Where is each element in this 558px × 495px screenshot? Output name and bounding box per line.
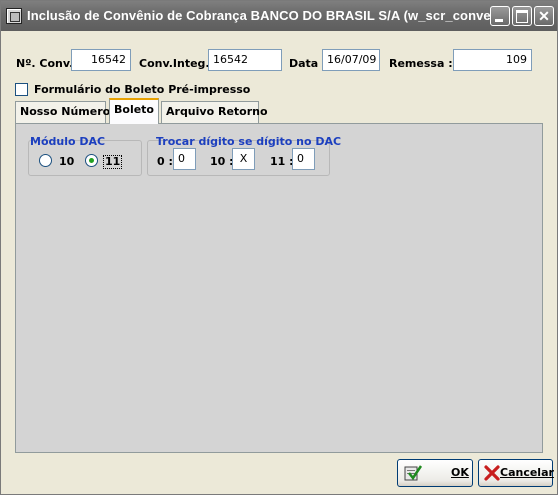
- cancel-label: Cancelar: [500, 466, 554, 479]
- radio-11[interactable]: [85, 154, 98, 167]
- cancel-button[interactable]: Cancelar: [478, 459, 554, 487]
- title-bar[interactable]: Inclusão de Convênio de Cobrança BANCO D…: [1, 1, 557, 31]
- app-window-icon[interactable]: [6, 8, 22, 24]
- conv-integ-field[interactable]: 16542: [208, 49, 282, 71]
- remessa-label: Remessa :: [389, 57, 453, 70]
- formulario-label[interactable]: Formulário do Boleto Pré-impresso: [34, 83, 250, 96]
- trocar-0-field[interactable]: 0: [173, 148, 196, 170]
- remessa-field[interactable]: 109: [453, 49, 532, 71]
- trocar-11-field[interactable]: 0: [292, 148, 315, 170]
- tab-arquivo-retorno[interactable]: Arquivo Retorno: [161, 101, 268, 123]
- trocar-10-label: 10 :: [210, 155, 234, 168]
- conv-integ-label: Conv.Integ.:: [139, 57, 215, 70]
- close-button[interactable]: ✕: [534, 6, 554, 26]
- tab-nosso-numero[interactable]: Nosso Número: [15, 101, 110, 123]
- conv-label: Nº. Conv.:: [16, 57, 78, 70]
- ok-label: OK: [451, 466, 469, 479]
- trocar-10-field[interactable]: X: [232, 148, 255, 170]
- data-field[interactable]: 16/07/09: [322, 49, 380, 71]
- radio-10-label: 10: [59, 155, 75, 168]
- window-title: Inclusão de Convênio de Cobrança BANCO D…: [27, 8, 502, 23]
- radio-10[interactable]: [39, 154, 52, 167]
- trocar-title: Trocar dígito se dígito no DAC: [156, 135, 342, 148]
- data-label: Data :: [289, 57, 327, 70]
- modulo-dac-title: Módulo DAC: [30, 135, 106, 148]
- conv-field[interactable]: 16542: [71, 49, 131, 71]
- formulario-checkbox[interactable]: [15, 83, 28, 96]
- ok-button[interactable]: OK: [397, 459, 473, 487]
- checkmark-document-icon: [404, 465, 423, 481]
- maximize-button[interactable]: [512, 6, 532, 26]
- minimize-button[interactable]: [490, 6, 510, 26]
- red-x-icon: [484, 465, 500, 481]
- tab-boleto[interactable]: Boleto: [109, 98, 159, 124]
- radio-11-label: 11: [103, 155, 123, 169]
- trocar-11-label: 11 :: [270, 155, 294, 168]
- trocar-0-label: 0 :: [157, 155, 173, 168]
- close-icon: ✕: [538, 8, 550, 24]
- dialog-window: Inclusão de Convênio de Cobrança BANCO D…: [0, 0, 558, 495]
- tab-panel-boleto: Módulo DAC 10 11 Trocar dígito se dígito…: [15, 123, 543, 453]
